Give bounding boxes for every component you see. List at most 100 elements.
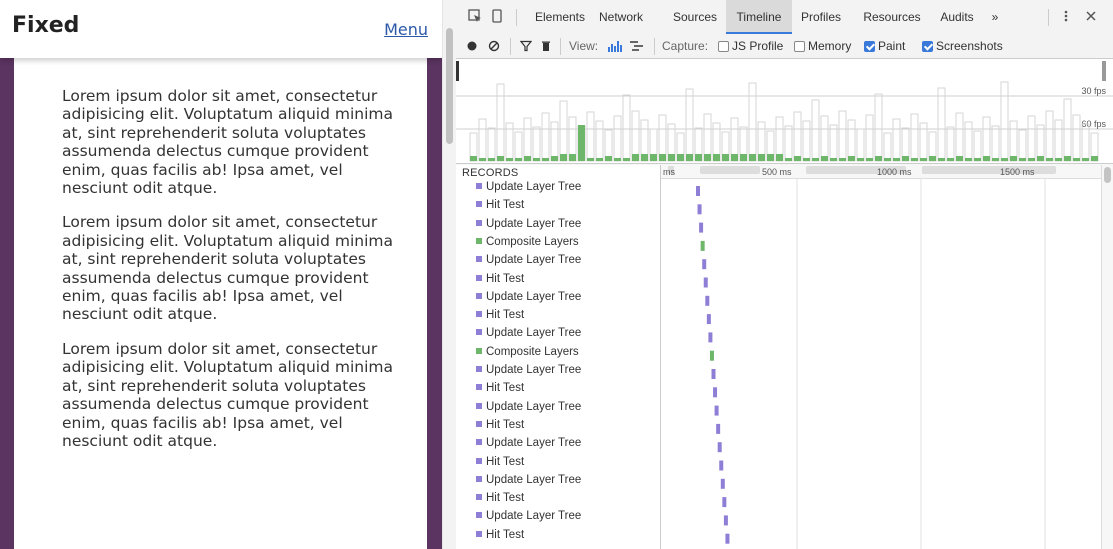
record-bar[interactable] (725, 533, 730, 544)
frame-bar[interactable] (1000, 81, 1009, 162)
frame-bar[interactable] (1054, 119, 1063, 162)
waterfall-view-icon[interactable] (630, 40, 646, 52)
checkbox[interactable] (794, 41, 805, 52)
tab-elements[interactable]: Elements (530, 0, 590, 34)
more-tabs-button[interactable]: » (986, 0, 1004, 34)
frame-bar[interactable] (685, 88, 694, 162)
tab-profiles[interactable]: Profiles (796, 0, 846, 34)
record-row[interactable]: Update Layer Tree (476, 398, 581, 416)
record-bar[interactable] (709, 350, 714, 361)
frame-bar[interactable] (1027, 115, 1036, 162)
record-row[interactable]: Hit Test (476, 379, 524, 397)
frame-bar[interactable] (1009, 120, 1018, 162)
frame-bar[interactable] (595, 120, 604, 162)
record-row[interactable]: Composite Layers (476, 233, 579, 251)
frame-bar[interactable] (1045, 110, 1054, 162)
capture-screenshots-checkbox[interactable]: Screenshots (922, 34, 1003, 58)
record-row[interactable]: Update Layer Tree (476, 324, 581, 342)
frame-bar[interactable] (1072, 114, 1081, 162)
record-row[interactable]: Update Layer Tree (476, 215, 581, 233)
record-bar[interactable] (722, 497, 727, 508)
frame-bar[interactable] (910, 113, 919, 162)
frames-overview[interactable]: 30 fps 60 fps (456, 59, 1113, 164)
frame-bar[interactable] (865, 114, 874, 162)
frame-bar[interactable] (784, 125, 793, 162)
records-timeline[interactable] (661, 178, 1101, 549)
frame-bar[interactable] (874, 93, 883, 162)
frame-bar[interactable] (613, 115, 622, 162)
record-bar[interactable] (711, 369, 716, 379)
record-bar[interactable] (700, 240, 705, 251)
record-bar[interactable] (713, 387, 718, 398)
device-mode-icon[interactable] (490, 9, 504, 23)
record-bar[interactable] (706, 314, 711, 325)
tab-timeline[interactable]: Timeline (726, 0, 792, 34)
tab-audits[interactable]: Audits (934, 0, 980, 34)
record-bar[interactable] (703, 277, 708, 288)
records-scrollbar[interactable] (1101, 165, 1113, 549)
checkbox[interactable] (718, 41, 729, 52)
frame-bar[interactable] (478, 118, 487, 162)
frame-bar[interactable] (703, 113, 712, 162)
capture-js-profile-checkbox[interactable]: JS Profile (718, 34, 783, 58)
frame-bar[interactable] (793, 111, 802, 162)
record-row[interactable]: Update Layer Tree (476, 251, 581, 269)
frame-bar[interactable] (631, 110, 640, 162)
frame-bar[interactable] (982, 116, 991, 162)
record-row[interactable]: Hit Test (476, 270, 524, 288)
more-options-icon[interactable] (1059, 9, 1073, 23)
record-row[interactable]: Update Layer Tree (476, 178, 581, 196)
frame-bar[interactable] (748, 82, 757, 162)
record-bar[interactable] (696, 186, 700, 196)
frames-chart[interactable]: 30 fps 60 fps (456, 59, 1113, 163)
frame-bar[interactable] (1018, 129, 1027, 162)
record-bar[interactable] (719, 460, 724, 471)
record-bar[interactable] (699, 222, 704, 233)
page-scrollbar[interactable] (442, 0, 456, 549)
record-bar[interactable] (708, 332, 713, 343)
record-row[interactable]: Update Layer Tree (476, 434, 581, 452)
record-row[interactable]: Hit Test (476, 306, 524, 324)
frame-bar[interactable] (856, 128, 865, 162)
frame-bar[interactable] (811, 99, 820, 162)
frame-bar[interactable] (1081, 123, 1090, 162)
record-bar[interactable] (705, 295, 710, 306)
frame-bar[interactable] (586, 111, 595, 162)
overview-left-handle[interactable] (456, 61, 459, 81)
frame-bar[interactable] (541, 112, 550, 162)
frame-bar[interactable] (847, 119, 856, 162)
page-scrollbar-thumb[interactable] (446, 28, 453, 144)
record-row[interactable]: Hit Test (476, 489, 524, 507)
frame-bar[interactable] (487, 127, 496, 162)
clear-icon[interactable] (488, 40, 500, 52)
frame-bar[interactable] (1063, 98, 1072, 162)
record-bar[interactable] (723, 515, 728, 526)
record-row[interactable]: Update Layer Tree (476, 361, 581, 379)
frame-bar[interactable] (946, 126, 955, 162)
frame-bar[interactable] (532, 126, 541, 162)
frame-bar[interactable] (973, 130, 982, 162)
record-row[interactable]: Hit Test (476, 196, 524, 214)
frame-bar[interactable] (955, 112, 964, 162)
tab-sources[interactable]: Sources (667, 0, 723, 34)
filter-icon[interactable] (520, 40, 532, 52)
checkbox-checked[interactable] (864, 41, 875, 52)
record-bar[interactable] (697, 204, 702, 215)
frame-bar[interactable] (523, 117, 532, 162)
frame-bar[interactable] (559, 100, 568, 162)
record-row[interactable]: Hit Test (476, 453, 524, 471)
close-icon[interactable] (1084, 9, 1098, 23)
record-row[interactable]: Hit Test (476, 526, 524, 544)
record-bar[interactable] (716, 423, 721, 434)
overview-right-handle[interactable] (1102, 61, 1106, 81)
frame-bar[interactable] (514, 131, 523, 162)
frame-bar[interactable] (550, 121, 559, 162)
capture-memory-checkbox[interactable]: Memory (794, 34, 851, 58)
tab-network[interactable]: Network (592, 0, 650, 34)
frame-bar[interactable] (622, 94, 631, 162)
record-row[interactable]: Update Layer Tree (476, 471, 581, 489)
menu-link[interactable]: Menu (384, 20, 428, 39)
record-bar[interactable] (702, 259, 707, 270)
frame-bar[interactable] (892, 118, 901, 162)
flame-chart-view-icon[interactable] (608, 40, 624, 52)
